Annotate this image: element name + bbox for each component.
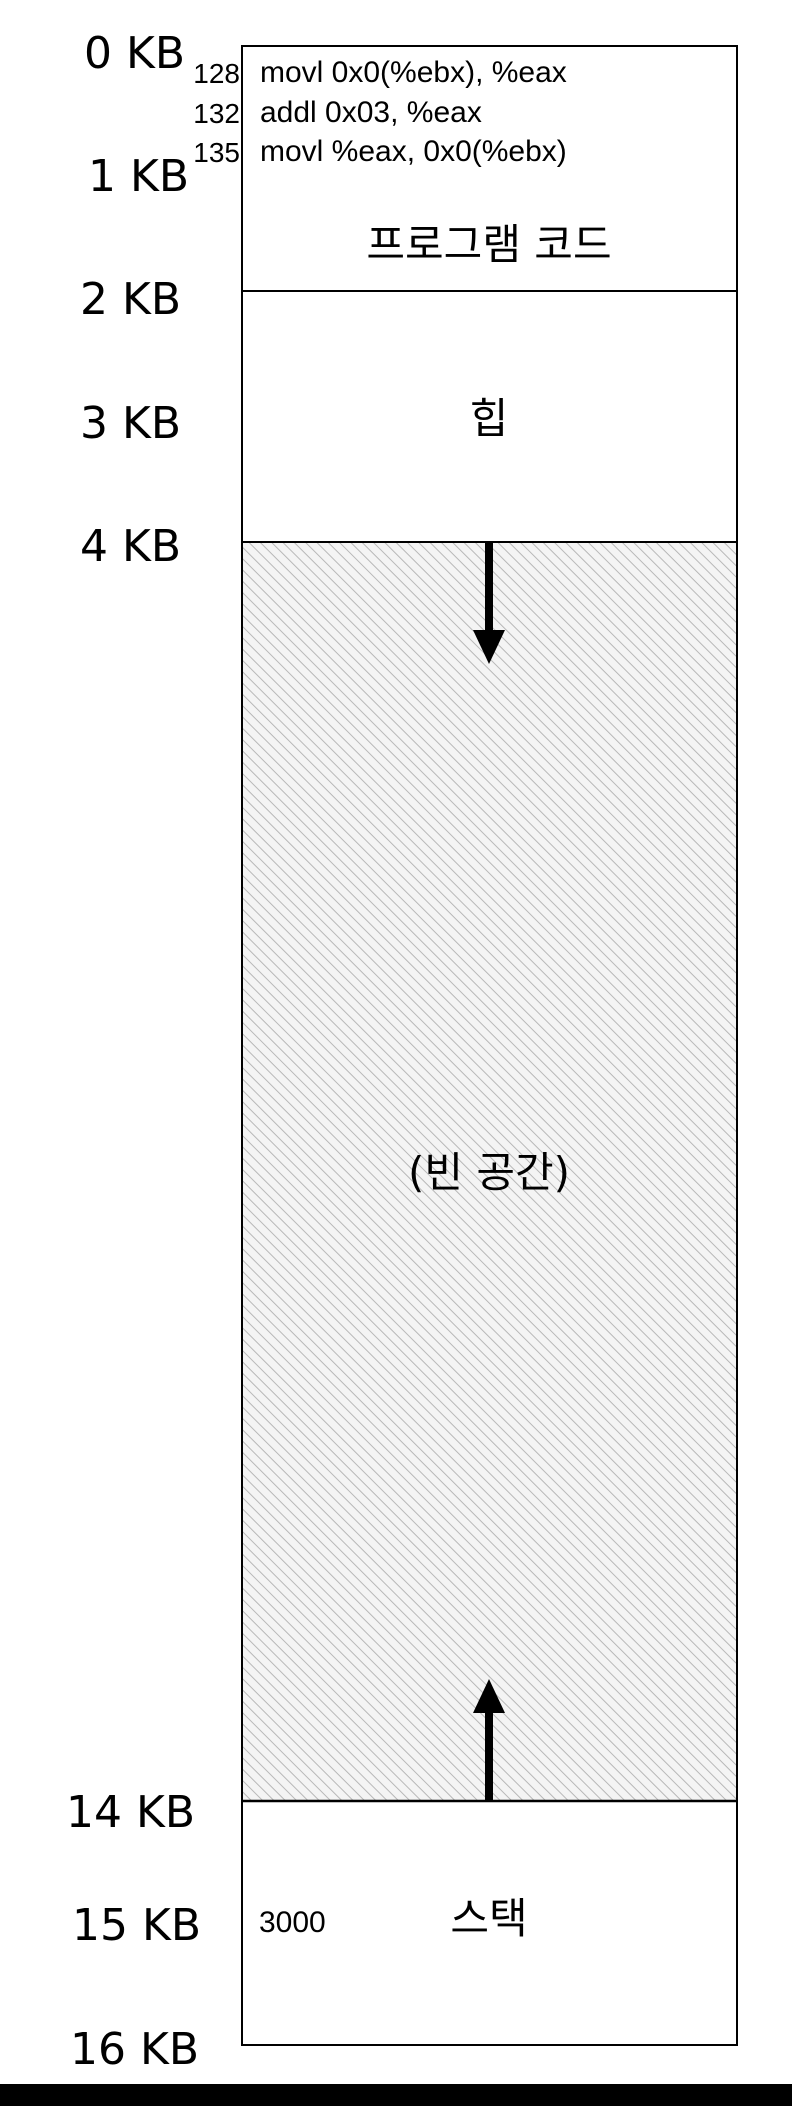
address-label-4kb: 4 KB [80,521,182,572]
address-label-3kb: 3 KB [80,398,182,449]
address-label-2kb: 2 KB [80,274,182,325]
address-label-1kb: 1 KB [88,151,190,202]
address-label-14kb: 14 KB [66,1787,196,1838]
address-label-0kb: 0 KB [84,28,186,79]
address-label-15kb: 15 KB [72,1900,202,1951]
free-space-label: (빈 공간) [407,1148,571,1197]
instruction-address-128: 128 [193,58,240,89]
stack-value: 3000 [259,1906,326,1939]
stack-region-label: 스택 [450,1894,528,1943]
instruction-text-3: movl %eax, 0x0(%ebx) [260,135,567,168]
heap-region-label: 힙 [469,394,509,443]
instruction-address-135: 135 [193,137,240,168]
bottom-bar [0,2084,792,2106]
instruction-text-1: movl 0x0(%ebx), %eax [260,56,567,89]
address-label-16kb: 16 KB [70,2024,200,2075]
instruction-address-132: 132 [193,98,240,129]
instruction-text-2: addl 0x03, %eax [260,96,482,129]
address-space-diagram: 0 KB 1 KB 2 KB 3 KB 4 KB 14 KB 15 KB 16 … [0,0,792,2106]
code-region-label: 프로그램 코드 [366,220,612,269]
